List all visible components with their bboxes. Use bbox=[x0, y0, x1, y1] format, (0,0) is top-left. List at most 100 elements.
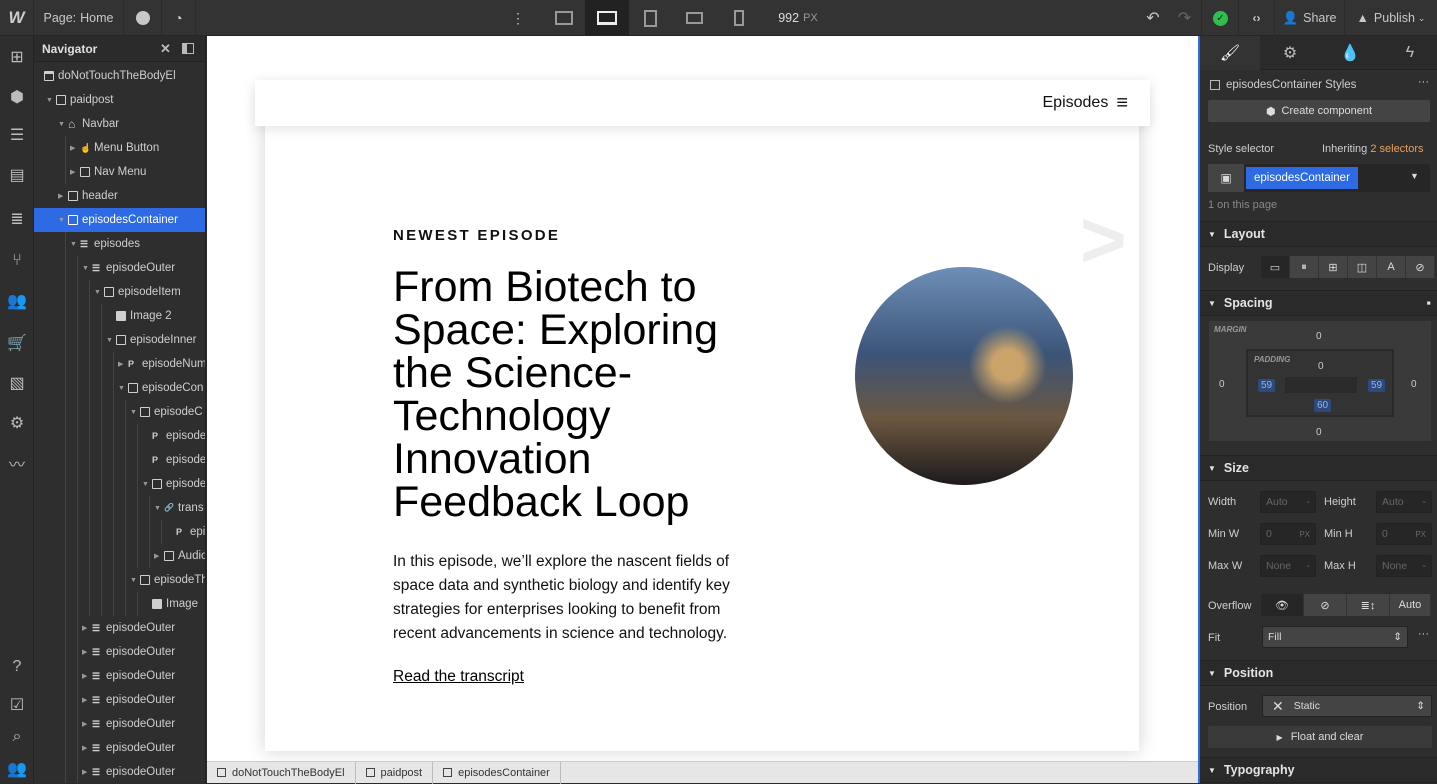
style-selector-input[interactable]: ▣ episodesContainer ▼ bbox=[1208, 164, 1430, 192]
margin-left-value[interactable]: 0 bbox=[1219, 379, 1225, 390]
overflow-hidden-icon[interactable]: ⊘ bbox=[1304, 594, 1347, 616]
spacing-preset-icon[interactable]: ▪ bbox=[1427, 296, 1431, 310]
undo-icon[interactable]: ↶ bbox=[1138, 0, 1168, 36]
navigator-item[interactable]: ▶ ☰ episodeOuter bbox=[34, 664, 205, 688]
navigator-item[interactable]: ▶ ☰ episodeOuter bbox=[34, 736, 205, 760]
caret-right-icon[interactable]: ▶ bbox=[82, 672, 87, 680]
assets-icon[interactable]: ▧ bbox=[0, 370, 34, 396]
navigator-item[interactable]: ▼ episodeC bbox=[34, 400, 205, 424]
caret-down-icon[interactable]: ▼ bbox=[118, 385, 125, 392]
caret-right-icon[interactable]: ▶ bbox=[70, 144, 75, 152]
navigator-item[interactable]: ▶ ☝ Menu Button bbox=[34, 136, 205, 160]
tab-settings-gear-icon[interactable]: ⚙ bbox=[1260, 36, 1320, 70]
caret-down-icon[interactable]: ▼ bbox=[130, 577, 137, 584]
comments-icon[interactable] bbox=[124, 0, 162, 36]
caret-right-icon[interactable]: ▶ bbox=[82, 648, 87, 656]
navigator-item[interactable]: Image bbox=[34, 592, 205, 616]
create-component-button[interactable]: ⬢ Create component bbox=[1208, 100, 1430, 122]
navigator-item[interactable]: ▶ header bbox=[34, 184, 205, 208]
caret-down-icon[interactable]: ▼ bbox=[82, 265, 89, 272]
dock-panel-icon[interactable] bbox=[182, 43, 194, 54]
breadcrumb-item[interactable]: episodesContainer bbox=[433, 761, 561, 784]
navigator-item[interactable]: ▶ ☰ episodeOuter bbox=[34, 712, 205, 736]
width-input[interactable]: Auto - bbox=[1260, 491, 1316, 513]
navigator-item[interactable]: ▶ ☰ episodeOuter bbox=[34, 616, 205, 640]
caret-right-icon[interactable]: ▶ bbox=[118, 360, 123, 368]
episode-description[interactable]: In this episode, we’ll explore the nasce… bbox=[393, 550, 763, 646]
navigator-item[interactable]: ▼ ☰ episodeOuter bbox=[34, 256, 205, 280]
status-ok-icon[interactable]: ✓ bbox=[1203, 0, 1239, 36]
tab-style-manager-drops-icon[interactable]: 💧 bbox=[1320, 36, 1380, 70]
max-width-input[interactable]: None - bbox=[1260, 555, 1316, 577]
caret-right-icon[interactable]: ▶ bbox=[154, 552, 159, 560]
padding-bottom-value[interactable]: 60 bbox=[1314, 399, 1332, 412]
caret-right-icon[interactable]: ▶ bbox=[82, 624, 87, 632]
min-width-input[interactable]: 0 PX bbox=[1260, 523, 1316, 545]
navigator-item[interactable]: ▼ episodesContainer bbox=[34, 208, 205, 232]
height-input[interactable]: Auto - bbox=[1376, 491, 1432, 513]
max-height-input[interactable]: None - bbox=[1376, 555, 1432, 577]
more-options-icon[interactable]: ··· bbox=[1418, 628, 1429, 640]
caret-down-icon[interactable]: ▼ bbox=[94, 289, 101, 296]
read-transcript-link[interactable]: Read the transcript bbox=[393, 668, 524, 686]
overflow-visible-eye-icon[interactable]: 👁 bbox=[1261, 594, 1304, 616]
navbar[interactable]: Episodes ≡ bbox=[255, 80, 1150, 126]
publish-button[interactable]: ▲ Publish ⌄ bbox=[1345, 0, 1437, 36]
caret-right-icon[interactable]: ▶ bbox=[82, 768, 87, 776]
preview-icon[interactable]: ◔ bbox=[162, 0, 196, 36]
selector-token[interactable]: episodesContainer bbox=[1246, 167, 1358, 189]
caret-down-icon[interactable]: ▼ bbox=[142, 481, 149, 488]
episode-image[interactable] bbox=[855, 267, 1073, 485]
navigator-item[interactable]: ▼ 🔗 trans bbox=[34, 496, 205, 520]
float-and-clear-toggle[interactable]: ▶ Float and clear bbox=[1208, 726, 1432, 748]
code-export-icon[interactable]: ‹› bbox=[1239, 0, 1275, 36]
dropdown-caret-icon[interactable]: ▼ bbox=[1410, 171, 1419, 181]
caret-right-icon[interactable]: ▶ bbox=[82, 696, 87, 704]
pages-icon[interactable]: ▤ bbox=[0, 162, 34, 188]
tab-style-brush-icon[interactable]: 🖌 bbox=[1200, 36, 1260, 70]
caret-right-icon[interactable]: ▶ bbox=[82, 720, 87, 728]
caret-right-icon[interactable]: ▶ bbox=[58, 192, 63, 200]
inheriting-info[interactable]: Inheriting 2 selectors bbox=[1322, 143, 1424, 155]
more-options-icon[interactable]: ··· bbox=[1418, 76, 1429, 88]
section-position[interactable]: ▼ Position bbox=[1200, 660, 1437, 686]
episode-headline[interactable]: From Biotech to Space: Exploring the Sci… bbox=[393, 266, 783, 524]
components-icon[interactable]: ⬢ bbox=[0, 84, 34, 110]
caret-down-icon[interactable]: ▼ bbox=[58, 217, 65, 224]
navigator-item[interactable]: doNotTouchTheBodyEl bbox=[34, 64, 205, 88]
navigator-item[interactable]: ▶ Nav Menu bbox=[34, 160, 205, 184]
selector-type-icon[interactable]: ▣ bbox=[1208, 164, 1244, 192]
caret-right-icon[interactable]: ▶ bbox=[82, 744, 87, 752]
navigator-icon[interactable]: ☰ bbox=[0, 122, 34, 148]
caret-down-icon[interactable]: ▼ bbox=[46, 97, 53, 104]
help-icon[interactable]: ? bbox=[0, 654, 34, 680]
close-icon[interactable]: ✕ bbox=[160, 41, 171, 57]
section-layout[interactable]: ▼ Layout bbox=[1200, 221, 1437, 247]
display-inline-block-icon[interactable]: ◫ bbox=[1348, 256, 1377, 278]
position-select[interactable]: ✕ Static ⇕ bbox=[1262, 695, 1432, 717]
caret-down-icon[interactable]: ▼ bbox=[58, 121, 65, 128]
tablet-breakpoint-icon[interactable] bbox=[629, 0, 671, 36]
display-flex-icon[interactable]: ⏸ bbox=[1290, 256, 1319, 278]
navigator-item[interactable]: ▼ episode bbox=[34, 472, 205, 496]
design-canvas[interactable]: NEWEST EPISODE From Biotech to Space: Ex… bbox=[207, 36, 1198, 761]
margin-top-value[interactable]: 0 bbox=[1316, 331, 1322, 342]
breadcrumb-item[interactable]: paidpost bbox=[356, 761, 434, 784]
tasks-check-icon[interactable]: ☑ bbox=[0, 692, 34, 718]
navigator-item[interactable]: Pepisode bbox=[34, 448, 205, 472]
display-grid-icon[interactable]: ⊞ bbox=[1319, 256, 1348, 278]
users-icon[interactable]: 👥 bbox=[0, 288, 34, 314]
navigator-item[interactable]: ▼ episodeItem bbox=[34, 280, 205, 304]
section-spacing[interactable]: ▼ Spacing ▪ bbox=[1200, 290, 1437, 316]
caret-down-icon[interactable]: ▼ bbox=[106, 337, 113, 344]
team-icon[interactable]: 👥 bbox=[0, 756, 34, 782]
navigator-item[interactable]: ▶ PepisodeNum bbox=[34, 352, 205, 376]
navigator-item[interactable]: ▶ ☰ episodeOuter bbox=[34, 760, 205, 783]
padding-left-value[interactable]: 59 bbox=[1258, 379, 1276, 392]
tab-interactions-bolt-icon[interactable]: ϟ bbox=[1380, 36, 1437, 70]
nav-link-episodes[interactable]: Episodes bbox=[1043, 94, 1109, 112]
cms-icon[interactable]: ≣ bbox=[0, 206, 34, 232]
navigator-item[interactable]: ▼ ☰ episodes bbox=[34, 232, 205, 256]
more-icon[interactable]: ⋮ bbox=[500, 0, 536, 36]
section-size[interactable]: ▼ Size bbox=[1200, 455, 1437, 481]
